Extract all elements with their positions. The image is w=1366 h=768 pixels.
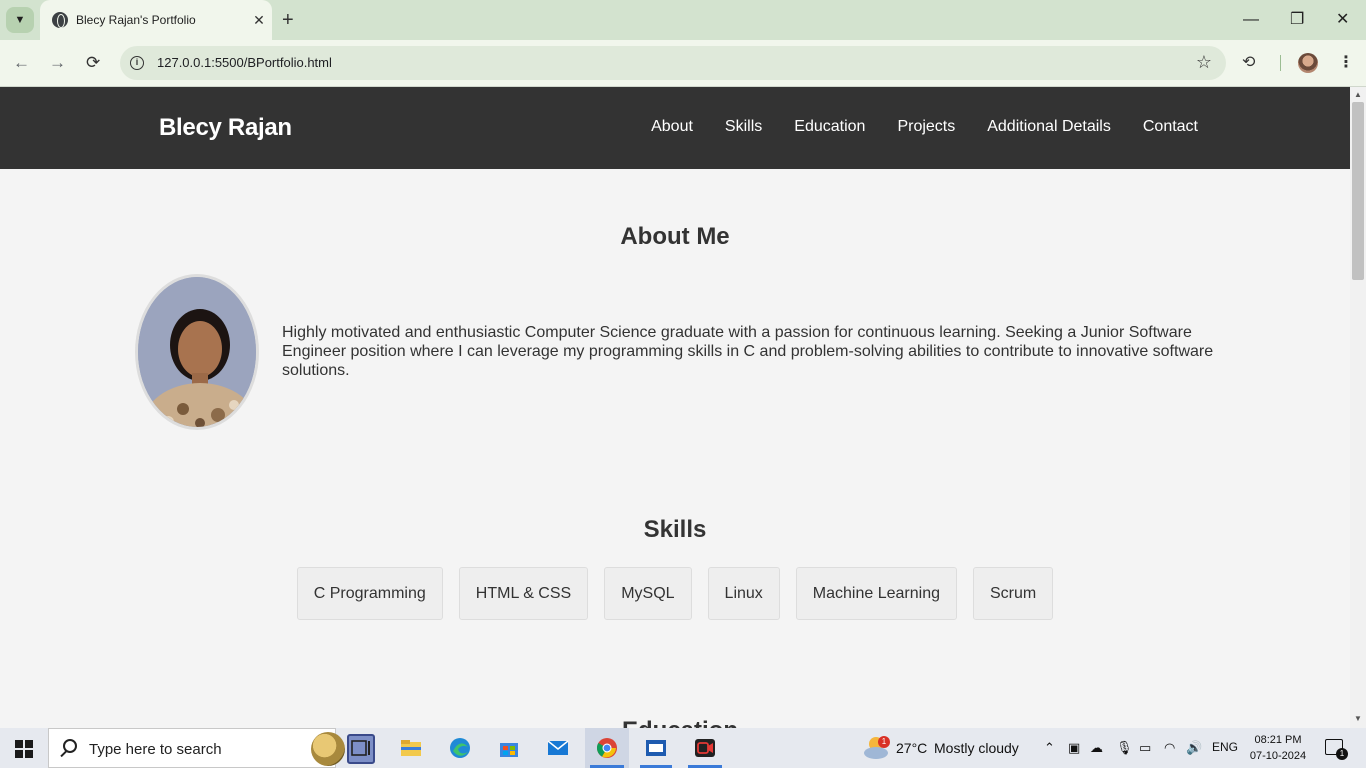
weather-alert-badge: 1 (878, 736, 890, 748)
history-icon[interactable]: ⟲ (1242, 52, 1255, 72)
language-indicator[interactable]: ENG (1212, 740, 1238, 754)
microphone-icon[interactable]: 🎙 (1116, 740, 1133, 756)
globe-icon (52, 12, 68, 28)
forward-button[interactable]: → (49, 52, 66, 74)
skill-badge: Linux (707, 567, 780, 620)
site-header: Blecy Rajan About Skills Education Proje… (0, 87, 1350, 169)
skill-badge: Machine Learning (795, 567, 957, 620)
browser-toolbar: ← → ⟳ i 127.0.0.1:5500/BPortfolio.html ☆… (0, 40, 1366, 87)
about-title: About Me (620, 223, 730, 250)
clock-time: 08:21 PM (1254, 734, 1302, 746)
search-placeholder: Type here to search (89, 741, 222, 758)
browser-tab-strip: ▼ Blecy Rajan's Portfolio ✕ + — ❐ ✕ (0, 0, 1366, 40)
tab-close-button[interactable]: ✕ (246, 12, 272, 29)
skill-badge: HTML & CSS (458, 567, 589, 620)
notification-count-badge: 1 (1336, 748, 1348, 760)
task-view-icon[interactable] (349, 736, 373, 760)
profile-photo (135, 274, 259, 430)
skill-badge: Scrum (973, 567, 1054, 620)
nav-additional-details[interactable]: Additional Details (987, 118, 1111, 136)
tab-search-button[interactable]: ▼ (6, 7, 34, 33)
search-icon (63, 739, 77, 753)
system-clock[interactable]: 08:21 PM 07-10-2024 (1248, 732, 1308, 764)
meet-camera-icon[interactable]: ▣ (1068, 740, 1080, 756)
tab-title: Blecy Rajan's Portfolio (76, 13, 196, 27)
site-nav: About Skills Education Projects Addition… (651, 118, 1198, 136)
restore-button[interactable]: ❐ (1290, 8, 1304, 32)
scroll-up-arrow-icon[interactable]: ▲ (1354, 90, 1362, 99)
url-text[interactable]: 127.0.0.1:5500/BPortfolio.html (157, 55, 332, 70)
skill-badge: C Programming (296, 567, 443, 620)
nav-education[interactable]: Education (794, 118, 865, 136)
minimize-button[interactable]: — (1243, 8, 1259, 32)
nav-projects[interactable]: Projects (897, 118, 955, 136)
os-taskbar: Type here to search 1 27°C Mostly cloudy… (0, 728, 1366, 768)
mail-icon[interactable] (546, 736, 570, 760)
edge-browser-icon[interactable] (448, 736, 472, 760)
clock-date: 07-10-2024 (1249, 750, 1307, 762)
bookmark-star-icon[interactable]: ☆ (1196, 52, 1212, 73)
profile-avatar[interactable] (1298, 53, 1318, 73)
vscode-window-icon[interactable] (644, 736, 668, 760)
skill-badge: MySQL (604, 567, 692, 620)
volume-icon[interactable]: 🔊 (1186, 740, 1202, 756)
browser-menu-icon[interactable]: ⋮ (1338, 52, 1354, 72)
weather-description[interactable]: Mostly cloudy (934, 740, 1019, 756)
about-description: Highly motivated and enthusiastic Comput… (282, 324, 1214, 379)
file-explorer-icon[interactable] (399, 736, 423, 760)
site-brand[interactable]: Blecy Rajan (159, 114, 292, 142)
scroll-thumb[interactable] (1352, 102, 1364, 280)
education-title: Education (622, 717, 738, 728)
nav-skills[interactable]: Skills (725, 118, 762, 136)
skills-list: C Programming HTML & CSS MySQL Linux Mac… (0, 567, 1350, 620)
weather-temperature[interactable]: 27°C (896, 740, 927, 756)
back-button[interactable]: ← (13, 52, 30, 74)
skills-title: Skills (643, 516, 707, 543)
close-window-button[interactable]: ✕ (1336, 8, 1349, 32)
browser-tab[interactable]: Blecy Rajan's Portfolio ✕ (40, 0, 272, 40)
battery-icon[interactable]: ▭ (1139, 740, 1151, 756)
onedrive-warning-icon[interactable]: ☁ (1090, 740, 1103, 756)
screen-recorder-icon[interactable] (693, 736, 717, 760)
address-bar[interactable]: i 127.0.0.1:5500/BPortfolio.html ☆ (120, 46, 1226, 80)
reload-button[interactable]: ⟳ (86, 52, 100, 74)
toolbar-divider (1280, 55, 1281, 71)
new-tab-button[interactable]: + (282, 8, 294, 32)
taskbar-search[interactable]: Type here to search (48, 728, 375, 768)
scroll-down-arrow-icon[interactable]: ▼ (1354, 714, 1362, 723)
nav-contact[interactable]: Contact (1143, 118, 1198, 136)
show-hidden-icons-chevron-icon[interactable]: ⌃ (1044, 740, 1055, 756)
wifi-icon[interactable]: ◠ (1164, 740, 1175, 756)
chrome-browser-icon[interactable] (595, 736, 619, 760)
site-info-icon[interactable]: i (130, 56, 144, 70)
microsoft-store-icon[interactable] (497, 736, 521, 760)
windows-start-icon[interactable] (15, 740, 33, 758)
web-page: Blecy Rajan About Skills Education Proje… (0, 87, 1350, 728)
nav-about[interactable]: About (651, 118, 693, 136)
page-scrollbar[interactable]: ▲ ▼ (1350, 87, 1366, 728)
search-highlight-medal-icon[interactable] (311, 732, 345, 766)
